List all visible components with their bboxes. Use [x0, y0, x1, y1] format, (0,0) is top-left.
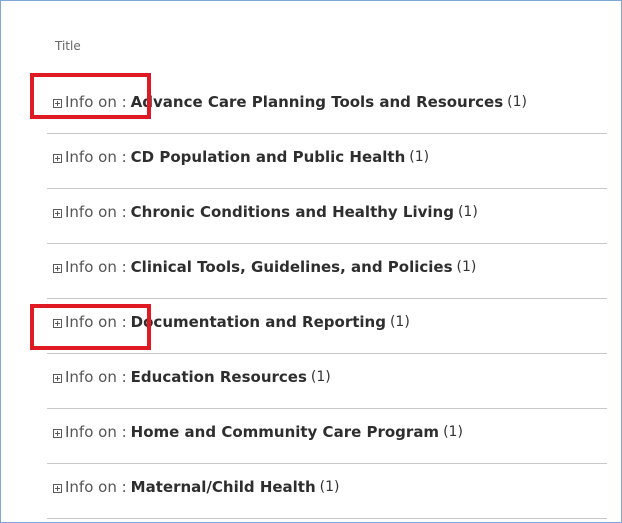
expand-plus-icon[interactable] — [53, 263, 62, 273]
group-count: (1) — [409, 149, 430, 165]
group-label: Maternal/Child Health — [130, 478, 316, 496]
group-row: Info on : Clinical Tools, Guidelines, an… — [47, 244, 607, 299]
group-label: Home and Community Care Program — [130, 423, 440, 441]
group-prefix: Info on : — [65, 423, 127, 441]
expand-plus-icon[interactable] — [53, 428, 62, 438]
group-prefix: Info on : — [65, 258, 127, 276]
group-count: (1) — [457, 204, 478, 220]
group-toggle[interactable]: Info on : Education Resources (1) — [53, 368, 331, 386]
group-label: Documentation and Reporting — [130, 313, 386, 331]
group-toggle[interactable]: Info on : CD Population and Public Healt… — [53, 148, 429, 166]
group-count: (1) — [389, 314, 410, 330]
group-prefix: Info on : — [65, 478, 127, 496]
group-prefix: Info on : — [65, 148, 127, 166]
group-list: Info on : Advance Care Planning Tools an… — [47, 79, 607, 519]
group-row: Info on : Chronic Conditions and Healthy… — [47, 189, 607, 244]
column-header-title[interactable]: Title — [55, 39, 81, 53]
group-toggle[interactable]: Info on : Maternal/Child Health (1) — [53, 478, 340, 496]
expand-plus-icon[interactable] — [53, 483, 62, 493]
expand-plus-icon[interactable] — [53, 153, 62, 163]
group-toggle[interactable]: Info on : Chronic Conditions and Healthy… — [53, 203, 478, 221]
highlight-box — [30, 73, 151, 119]
group-prefix: Info on : — [65, 368, 127, 386]
group-count: (1) — [456, 259, 477, 275]
group-label: CD Population and Public Health — [130, 148, 406, 166]
group-prefix: Info on : — [65, 203, 127, 221]
expand-plus-icon[interactable] — [53, 373, 62, 383]
group-row: Info on : Home and Community Care Progra… — [47, 409, 607, 464]
group-count: (1) — [443, 424, 463, 440]
expand-plus-icon[interactable] — [53, 208, 62, 218]
group-row: Info on : Education Resources (1) — [47, 354, 607, 409]
group-count: (1) — [310, 369, 331, 385]
group-row: Info on : CD Population and Public Healt… — [47, 134, 607, 189]
group-label: Education Resources — [130, 368, 307, 386]
group-row: Info on : Maternal/Child Health (1) — [47, 464, 607, 519]
highlight-box — [30, 304, 151, 350]
group-toggle[interactable]: Info on : Home and Community Care Progra… — [53, 423, 463, 441]
group-count: (1) — [319, 479, 340, 495]
group-toggle[interactable]: Info on : Clinical Tools, Guidelines, an… — [53, 258, 476, 276]
group-label: Advance Care Planning Tools and Resource… — [130, 93, 504, 111]
group-label: Chronic Conditions and Healthy Living — [130, 203, 454, 221]
group-count: (1) — [507, 94, 527, 110]
group-label: Clinical Tools, Guidelines, and Policies — [130, 258, 453, 276]
